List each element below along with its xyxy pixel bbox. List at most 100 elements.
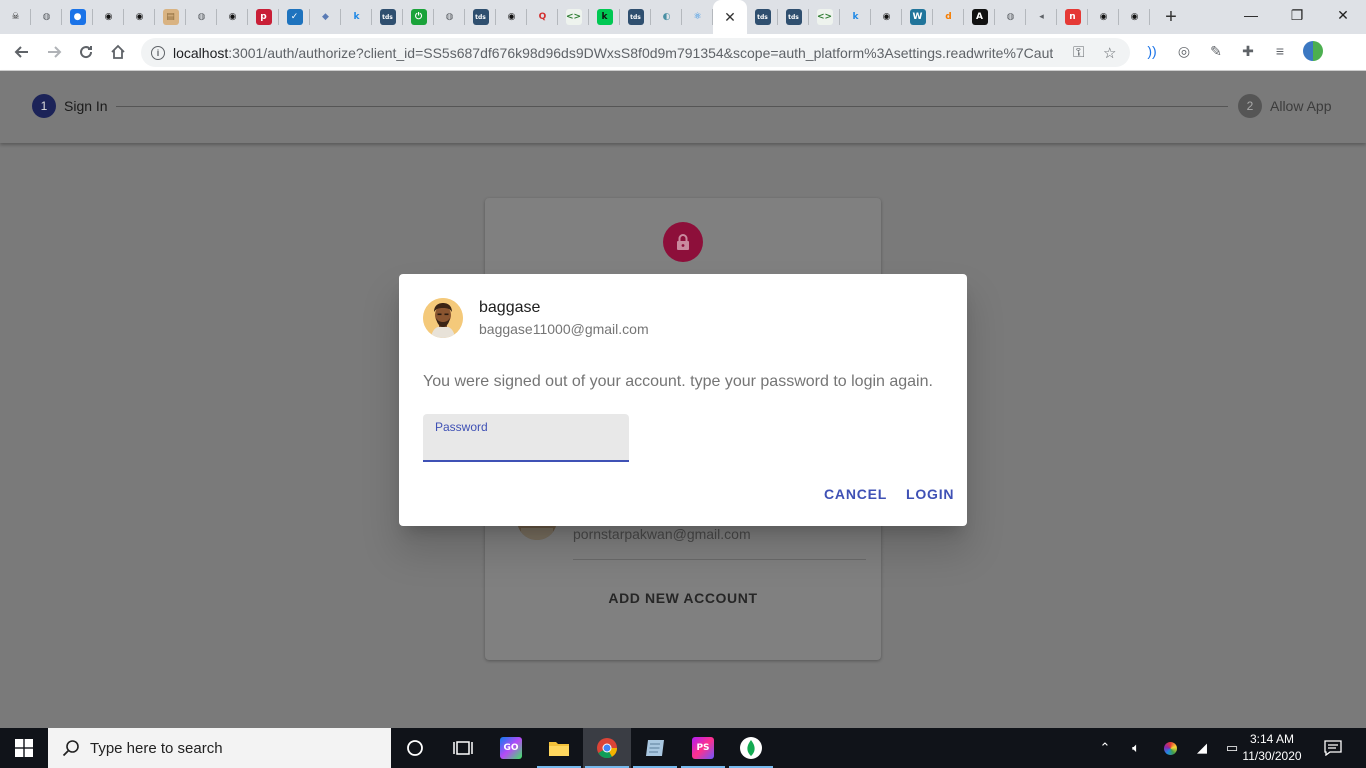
github-favicon: ◉: [1095, 9, 1112, 25]
browser-tab[interactable]: tds: [747, 0, 778, 34]
forward-button[interactable]: [38, 36, 70, 68]
new-tab-button[interactable]: +: [1154, 0, 1188, 34]
notifications-icon[interactable]: [1322, 728, 1344, 768]
tab-list: ☠ ◍ ● ◉ ◉ ▤ ◍ ◉ p ✓ ◆ k tds ⏻ ◍ tds ◉ Q <> k tds ◐ ⚛: [0, 0, 713, 34]
network-icon[interactable]: ◢: [1192, 728, 1212, 768]
reload-button[interactable]: [70, 36, 102, 68]
browser-tab[interactable]: ◉: [93, 0, 124, 34]
browser-tab[interactable]: ⏻: [403, 0, 434, 34]
browser-tab[interactable]: tds: [372, 0, 403, 34]
browser-tab[interactable]: ◍: [31, 0, 62, 34]
signed-out-message: You were signed out of your account. typ…: [423, 373, 933, 390]
star-icon[interactable]: ☆: [1103, 44, 1116, 62]
media-control-icon[interactable]: ≡: [1271, 42, 1289, 60]
profile-avatar[interactable]: [1303, 41, 1323, 61]
mongodb-app[interactable]: [727, 728, 775, 768]
browser-tab[interactable]: ◉: [1119, 0, 1150, 34]
p-favicon: p: [255, 9, 272, 25]
browser-tab[interactable]: ◍: [434, 0, 465, 34]
volume-icon[interactable]: 🔈︎: [1126, 728, 1146, 768]
step-sign-in: 1 Sign In: [32, 94, 108, 118]
browser-tab[interactable]: ◉: [217, 0, 248, 34]
browser-tab[interactable]: <>: [809, 0, 840, 34]
add-account-button[interactable]: ADD NEW ACCOUNT: [485, 590, 881, 606]
close-tab-icon[interactable]: ✕: [724, 9, 736, 26]
divider: [573, 559, 866, 560]
tds-favicon: tds: [785, 9, 802, 25]
speaker-favicon: ◂: [1033, 9, 1050, 25]
goland-app[interactable]: GO: [487, 728, 535, 768]
browser-tab[interactable]: k: [589, 0, 620, 34]
taskbar-search[interactable]: Type here to search: [48, 728, 391, 768]
notes-app[interactable]: [631, 728, 679, 768]
color-wheel-icon[interactable]: [1160, 728, 1180, 768]
circle-extension-icon[interactable]: ◎: [1175, 42, 1193, 60]
browser-tab[interactable]: ◉: [1088, 0, 1119, 34]
minimize-button[interactable]: —: [1228, 0, 1274, 30]
chrome-icon: [597, 738, 618, 759]
close-window-button[interactable]: ✕: [1320, 0, 1366, 30]
browser-tab[interactable]: W: [902, 0, 933, 34]
globe-favicon: ◍: [38, 9, 55, 25]
browser-tab[interactable]: ◉: [496, 0, 527, 34]
other-account-email[interactable]: pornstarpakwan@gmail.com: [573, 526, 751, 542]
browser-tab[interactable]: ◐: [651, 0, 682, 34]
browser-tab[interactable]: d: [933, 0, 964, 34]
address-bar[interactable]: i localhost:3001/auth/authorize?client_i…: [141, 38, 1130, 67]
step-number: 1: [32, 94, 56, 118]
globe-favicon: ◍: [193, 9, 210, 25]
cortana-button[interactable]: [391, 728, 439, 768]
battery-icon[interactable]: ▭: [1222, 728, 1242, 768]
restore-button[interactable]: ❐: [1274, 0, 1320, 30]
login-button[interactable]: LOGIN: [906, 486, 954, 502]
tds-favicon: tds: [472, 9, 489, 25]
cancel-button[interactable]: CANCEL: [824, 486, 887, 502]
browser-tab[interactable]: tds: [778, 0, 809, 34]
browser-tab[interactable]: A: [964, 0, 995, 34]
file-explorer-app[interactable]: [535, 728, 583, 768]
tds-favicon: tds: [379, 9, 396, 25]
puzzle-extension-icon[interactable]: ✚: [1239, 42, 1257, 60]
browser-tab[interactable]: ◆: [310, 0, 341, 34]
github-favicon: ◉: [878, 9, 895, 25]
browser-tab[interactable]: ▤: [155, 0, 186, 34]
github-favicon: ◉: [224, 9, 241, 25]
browser-tab[interactable]: n: [1057, 0, 1088, 34]
active-tab[interactable]: ✕: [713, 0, 747, 34]
task-view-button[interactable]: [439, 728, 487, 768]
home-button[interactable]: [102, 36, 134, 68]
browser-tab[interactable]: ⚛: [682, 0, 713, 34]
browser-tab[interactable]: ◍: [995, 0, 1026, 34]
site-info-icon[interactable]: i: [151, 45, 165, 60]
browser-tab[interactable]: ◉: [871, 0, 902, 34]
clock[interactable]: 3:14 AM 11/30/2020: [1240, 731, 1304, 765]
browser-tab[interactable]: Q: [527, 0, 558, 34]
browser-tab[interactable]: ●: [62, 0, 93, 34]
stepper-connector: [116, 106, 1228, 107]
browser-tab[interactable]: ◉: [124, 0, 155, 34]
key-icon[interactable]: ⚿: [1073, 44, 1084, 61]
show-hidden-icons-button[interactable]: ⌃: [1096, 728, 1114, 768]
password-input[interactable]: [435, 436, 615, 456]
browser-tab[interactable]: tds: [620, 0, 651, 34]
browser-tab[interactable]: <>: [558, 0, 589, 34]
browser-tab[interactable]: ✓: [279, 0, 310, 34]
search-icon: [62, 740, 79, 757]
q-favicon: Q: [534, 9, 551, 25]
back-button[interactable]: [6, 36, 38, 68]
browser-tab[interactable]: p: [248, 0, 279, 34]
wifi-extension-icon[interactable]: )): [1143, 42, 1161, 60]
browser-tab[interactable]: ◂: [1026, 0, 1057, 34]
browser-tab[interactable]: tds: [465, 0, 496, 34]
step-label: Allow App: [1270, 98, 1332, 114]
password-field[interactable]: Password: [423, 414, 629, 462]
chrome-app[interactable]: [583, 728, 631, 768]
step-number: 2: [1238, 94, 1262, 118]
browser-tab[interactable]: k: [341, 0, 372, 34]
browser-tab[interactable]: k: [840, 0, 871, 34]
note-extension-icon[interactable]: ✎: [1207, 42, 1225, 60]
start-button[interactable]: [0, 728, 48, 768]
phpstorm-app[interactable]: PS: [679, 728, 727, 768]
browser-tab[interactable]: ☠: [0, 0, 31, 34]
browser-tab[interactable]: ◍: [186, 0, 217, 34]
